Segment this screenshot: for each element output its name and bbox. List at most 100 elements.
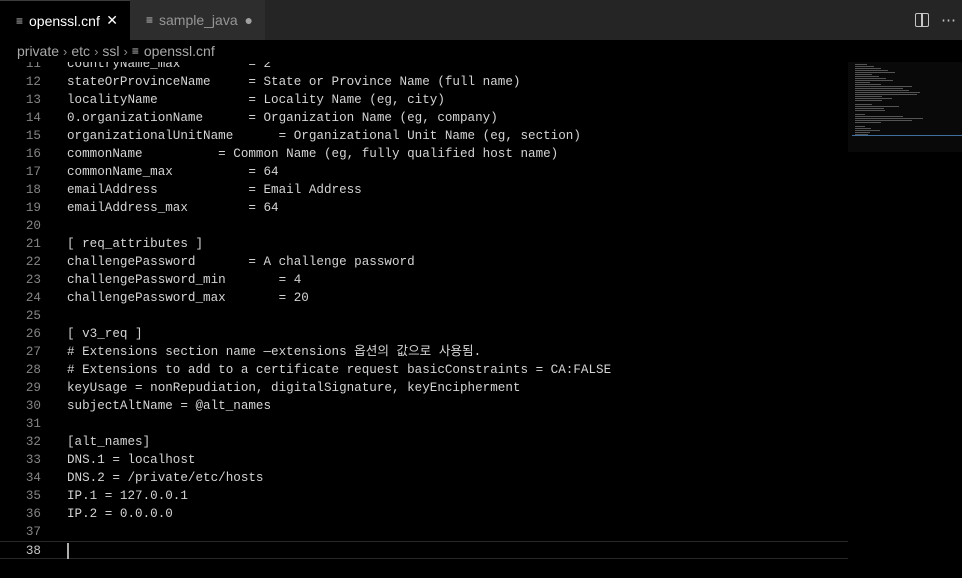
minimap-current-line [852, 135, 962, 136]
line-number: 25 [25, 309, 41, 323]
tab-label: openssl.cnf [29, 12, 100, 29]
minimap-line [855, 100, 882, 101]
line-number: 24 [25, 291, 41, 305]
code-line[interactable]: 26 [ v3_req ] [0, 325, 848, 343]
text-cursor [67, 543, 69, 559]
line-number: 13 [25, 93, 41, 107]
code-text: emailAddress_max = 64 [67, 201, 279, 215]
line-number: 31 [25, 417, 41, 431]
file-lines-icon: ≡ [131, 44, 139, 58]
code-line[interactable]: 14 0.organizationName = Organization Name… [0, 109, 848, 127]
line-number: 30 [25, 399, 41, 413]
minimap-line [855, 84, 881, 85]
line-number: 28 [25, 363, 41, 377]
line-number: 27 [25, 345, 41, 359]
minimap-line [855, 66, 874, 67]
tab-bar: ≡ openssl.cnf ✕ ≡ sample_java ● ⋯ [0, 0, 962, 40]
line-number: 11 [25, 62, 41, 71]
code-line[interactable]: 18 emailAddress = Email Address [0, 181, 848, 199]
line-number: 16 [25, 147, 41, 161]
code-line[interactable]: 20 [0, 217, 848, 235]
line-number: 19 [25, 201, 41, 215]
code-text: IP.2 = 0.0.0.0 [67, 507, 173, 521]
code-text: challengePassword = A challenge password [67, 255, 415, 269]
code-line[interactable]: 22 challengePassword = A challenge passwo… [0, 253, 848, 271]
minimap-line [855, 80, 893, 81]
code-line[interactable]: 21 [ req_attributes ] [0, 235, 848, 253]
minimap-line [855, 126, 865, 127]
line-number: 21 [25, 237, 41, 251]
code-line[interactable]: 35 IP.1 = 127.0.0.1 [0, 487, 848, 505]
chevron-right-icon: › [123, 43, 128, 59]
more-actions-icon[interactable]: ⋯ [941, 11, 956, 29]
line-number: 23 [25, 273, 41, 287]
minimap-line [855, 86, 912, 87]
minimap-line [855, 128, 871, 129]
code-line[interactable]: 27 # Extensions section name —extensions … [0, 343, 848, 361]
code-text: DNS.1 = localhost [67, 453, 196, 467]
code-line[interactable]: 37 [0, 523, 848, 541]
code-line[interactable]: 38 [0, 541, 848, 559]
code-text: DNS.2 = /private/etc/hosts [67, 471, 264, 485]
breadcrumb-file[interactable]: openssl.cnf [144, 43, 215, 59]
code-text: keyUsage = nonRepudiation, digitalSignat… [67, 381, 521, 395]
code-line[interactable]: 19 emailAddress_max = 64 [0, 199, 848, 217]
file-lines-icon: ≡ [16, 13, 24, 28]
code-line[interactable]: 17 commonName_max = 64 [0, 163, 848, 181]
breadcrumb-item[interactable]: etc [71, 43, 90, 59]
line-number: 38 [25, 544, 41, 558]
code-line[interactable]: 34 DNS.2 = /private/etc/hosts [0, 469, 848, 487]
breadcrumb-item[interactable]: private [17, 43, 59, 59]
code-line[interactable]: 24 challengePassword_max = 20 [0, 289, 848, 307]
minimap-line [855, 82, 870, 83]
code-line[interactable]: 32 [alt_names] [0, 433, 848, 451]
editor-actions: ⋯ [915, 0, 962, 40]
code-line[interactable]: 29 keyUsage = nonRepudiation, digitalSign… [0, 379, 848, 397]
code-line[interactable]: 15 organizationalUnitName = Organizationa… [0, 127, 848, 145]
chevron-right-icon: › [63, 43, 68, 59]
minimap-line [855, 132, 870, 133]
code-editor[interactable]: 11 countryName_max = 2 12 stateOrProvinceNa… [0, 62, 848, 578]
code-line[interactable]: 33 DNS.1 = localhost [0, 451, 848, 469]
code-text: challengePassword_max = 20 [67, 291, 309, 305]
minimap-line [855, 98, 892, 99]
code-line[interactable]: 30 subjectAltName = @alt_names [0, 397, 848, 415]
code-line[interactable]: 23 challengePassword_min = 4 [0, 271, 848, 289]
code-line[interactable]: 31 [0, 415, 848, 433]
file-lines-icon: ≡ [146, 13, 154, 27]
minimap-line [855, 110, 885, 111]
code-text: 0.organizationName = Organization Name (… [67, 111, 498, 125]
code-line[interactable]: 25 [0, 307, 848, 325]
code-text: organizationalUnitName = Organizational … [67, 129, 581, 143]
minimap-line [855, 122, 881, 123]
code-line[interactable]: 36 IP.2 = 0.0.0.0 [0, 505, 848, 523]
minimap-line [855, 94, 917, 95]
line-number: 35 [25, 489, 41, 503]
minimap-line [855, 64, 867, 65]
line-number: 14 [25, 111, 41, 125]
line-number: 34 [25, 471, 41, 485]
code-text: emailAddress = Email Address [67, 183, 362, 197]
line-number: 26 [25, 327, 41, 341]
close-icon[interactable]: ✕ [106, 12, 118, 29]
line-number: 36 [25, 507, 41, 521]
tab-sample-java[interactable]: ≡ sample_java ● [130, 0, 265, 40]
code-line[interactable]: 12 stateOrProvinceName = State or Provinc… [0, 73, 848, 91]
split-editor-icon[interactable] [915, 13, 929, 27]
breadcrumb: private › etc › ssl › ≡ openssl.cnf [0, 40, 962, 62]
breadcrumb-item[interactable]: ssl [102, 43, 119, 59]
code-line[interactable]: 28 # Extensions to add to a certificate r… [0, 361, 848, 379]
minimap[interactable] [852, 62, 962, 152]
line-number: 12 [25, 75, 41, 89]
minimap-line [855, 130, 880, 131]
code-line[interactable]: 13 localityName = Locality Name (eg, city… [0, 91, 848, 109]
dot-icon[interactable]: ● [245, 12, 253, 28]
line-number: 29 [25, 381, 41, 395]
minimap-line [855, 72, 895, 73]
minimap-line [855, 108, 884, 109]
code-text: commonName = Common Name (eg, fully qual… [67, 147, 559, 161]
code-line[interactable]: 16 commonName = Common Name (eg, fully qu… [0, 145, 848, 163]
minimap-line [855, 116, 903, 117]
tab-openssl-cnf[interactable]: ≡ openssl.cnf ✕ [0, 0, 130, 40]
code-line[interactable]: 11 countryName_max = 2 [0, 62, 848, 73]
